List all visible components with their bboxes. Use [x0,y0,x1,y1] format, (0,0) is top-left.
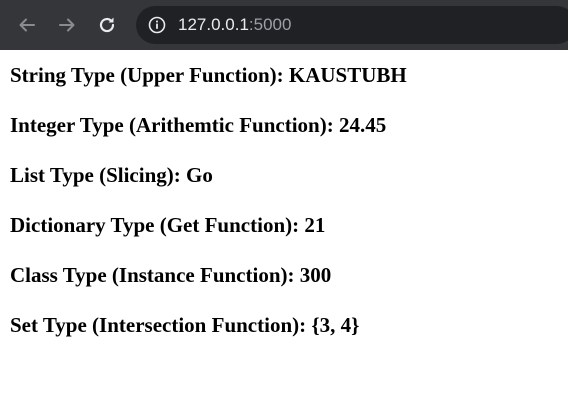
info-icon[interactable] [148,16,166,34]
forward-arrow-icon [59,18,75,32]
set-type-line: Set Type (Intersection Function): {3, 4} [10,313,360,337]
class-type-line: Class Type (Instance Function): 300 [10,263,332,287]
address-bar[interactable]: 127.0.0.1:5000 [136,6,568,44]
url-port: :5000 [248,15,292,34]
back-button[interactable] [15,13,39,37]
list-type-line: List Type (Slicing): Go [10,163,213,187]
reload-icon [99,17,115,33]
page-content: String Type (Upper Function): KAUSTUBH I… [0,50,568,337]
browser-toolbar: 127.0.0.1:5000 [0,0,568,50]
url-text: 127.0.0.1:5000 [178,6,291,44]
integer-type-line: Integer Type (Arithemtic Function): 24.4… [10,113,387,137]
dictionary-type-line: Dictionary Type (Get Function): 21 [10,213,326,237]
string-type-line: String Type (Upper Function): KAUSTUBH [10,63,407,87]
reload-button[interactable] [95,13,119,37]
forward-button[interactable] [55,13,79,37]
url-host: 127.0.0.1 [178,15,249,34]
back-arrow-icon [19,18,35,32]
